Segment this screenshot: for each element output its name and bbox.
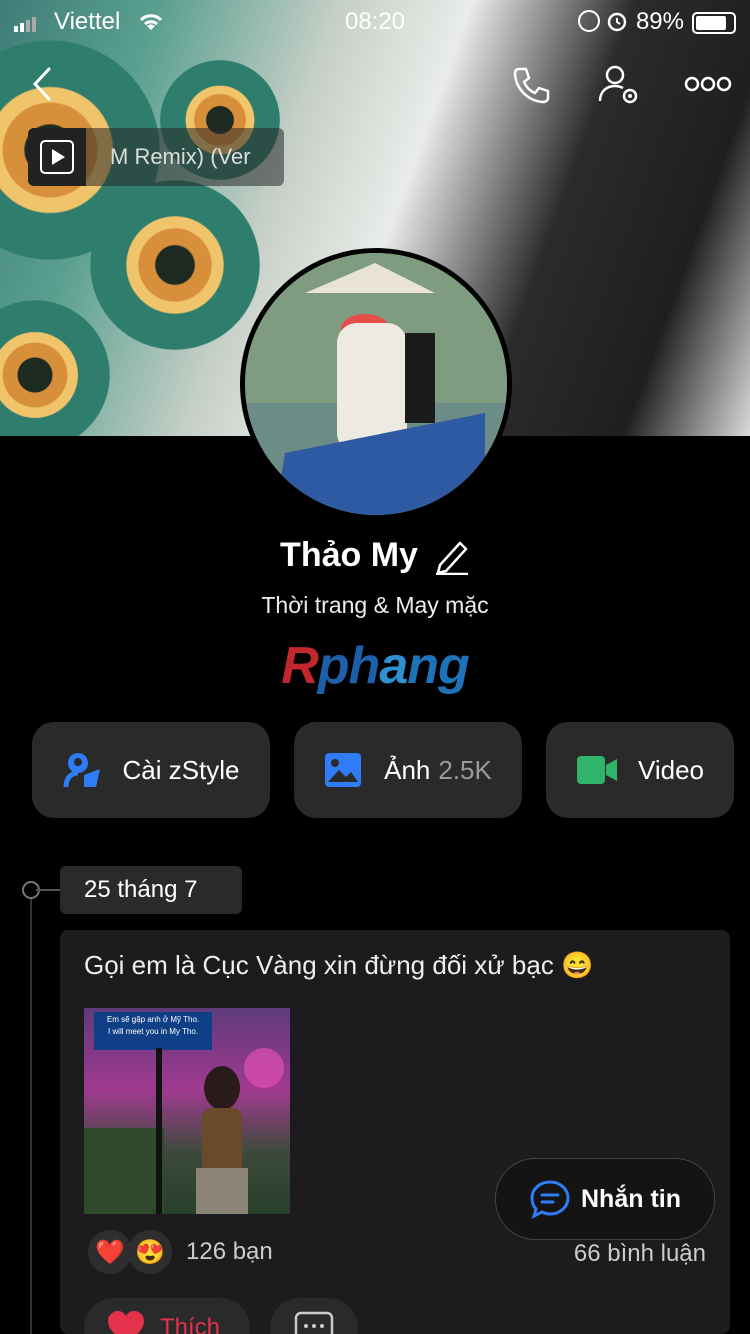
more-dots-icon xyxy=(684,76,732,92)
comment-button[interactable] xyxy=(270,1298,358,1334)
zstyle-icon xyxy=(63,753,101,788)
video-icon xyxy=(576,756,617,784)
watermark-logo: Rphang xyxy=(281,637,470,695)
post-card[interactable]: Gọi em là Cục Vàng xin đừng đối xử bạc 😄… xyxy=(60,930,730,1334)
play-icon xyxy=(40,140,74,174)
profile-category: Thời trang & May mặc xyxy=(261,592,489,618)
battery-icon xyxy=(692,12,736,34)
pencil-icon xyxy=(435,541,468,575)
timeline-connector xyxy=(36,889,62,891)
photos-button[interactable]: Ảnh 2.5K xyxy=(294,722,522,818)
phone-icon xyxy=(513,67,550,104)
video-label: Video xyxy=(637,754,705,785)
status-bar: Viettel 08:20 89% xyxy=(0,0,750,42)
edit-name-button[interactable] xyxy=(434,537,470,575)
reactions-summary[interactable]: ❤️ 😍 126 bạn xyxy=(88,1230,273,1274)
post-more-button[interactable] xyxy=(668,1320,704,1334)
post-caption: Gọi em là Cục Vàng xin đừng đối xử bạc 😄 xyxy=(84,950,594,980)
call-button[interactable] xyxy=(508,62,554,108)
profile-settings-button[interactable] xyxy=(596,62,642,108)
zstyle-button[interactable]: Cài zStyle xyxy=(32,722,270,818)
user-settings-icon xyxy=(598,65,638,104)
reaction-count: 126 bạn xyxy=(186,1238,273,1265)
heart-icon xyxy=(108,1311,144,1334)
timeline-date: 25 tháng 7 xyxy=(60,866,242,914)
avatar[interactable] xyxy=(240,248,512,520)
video-button[interactable]: Video xyxy=(546,722,734,818)
heart-reaction-icon: ❤️ xyxy=(88,1230,132,1274)
message-label: Nhắn tin xyxy=(581,1184,681,1213)
love-eyes-reaction-icon: 😍 xyxy=(128,1230,172,1274)
comment-icon xyxy=(294,1311,334,1334)
lock-rotation-icon xyxy=(578,10,600,32)
alarm-icon xyxy=(606,10,628,37)
message-button[interactable]: Nhắn tin xyxy=(495,1158,715,1240)
comment-count[interactable]: 66 bình luận xyxy=(574,1240,706,1268)
profile-music-player[interactable]: M Remix) (Ver xyxy=(28,128,284,186)
music-cover[interactable] xyxy=(28,128,86,186)
like-button[interactable]: Thích xyxy=(84,1298,250,1334)
chat-bubble-icon xyxy=(530,1180,570,1219)
battery-percent: 89% xyxy=(635,8,684,35)
photos-count: 2.5K xyxy=(438,754,492,785)
chevron-left-icon xyxy=(32,67,51,101)
profile-name: Thảo My xyxy=(280,536,418,574)
photos-label: Ảnh xyxy=(384,754,431,785)
post-photo[interactable]: Em sẽ gặp anh ở Mỹ Tho. I will meet you … xyxy=(84,1008,290,1214)
photo-scene xyxy=(84,1048,284,1214)
music-title: M Remix) (Ver xyxy=(110,144,251,169)
image-icon xyxy=(325,753,362,787)
profile-name-row: Thảo My xyxy=(0,536,750,575)
avatar-photo xyxy=(245,253,507,515)
timeline-line xyxy=(30,890,32,1334)
like-label: Thích xyxy=(160,1314,221,1334)
back-button[interactable] xyxy=(24,64,60,104)
more-options-button[interactable] xyxy=(684,70,732,98)
zstyle-label: Cài zStyle xyxy=(122,754,240,785)
